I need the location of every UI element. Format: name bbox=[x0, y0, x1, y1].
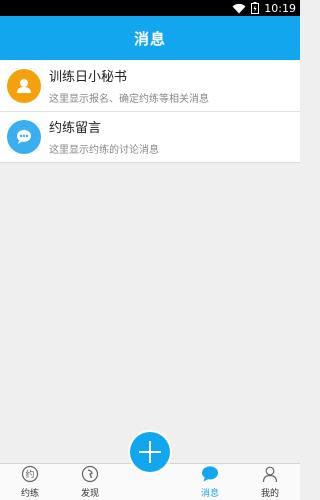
add-button[interactable] bbox=[130, 432, 170, 472]
nav-label: 发现 bbox=[80, 489, 99, 499]
nav-tab-practice[interactable]: 约 约练 bbox=[0, 464, 60, 500]
nav-label: 我的 bbox=[260, 489, 279, 499]
item-title: 约练留言 bbox=[49, 121, 102, 136]
yue-practice-icon: 约 bbox=[21, 464, 39, 484]
nav-tab-messages[interactable]: 消息 bbox=[180, 464, 240, 500]
nav-tab-discover[interactable]: 发现 bbox=[60, 464, 120, 500]
item-title: 训练日小秘书 bbox=[49, 70, 128, 85]
message-list: 训练日小秘书 这里显示报名、确定约练等相关消息 约练留言 这里显示约练的讨论消息 bbox=[0, 60, 300, 163]
battery-charging-icon bbox=[251, 2, 260, 14]
wifi-icon bbox=[232, 3, 246, 14]
list-item-training-secretary[interactable]: 训练日小秘书 这里显示报名、确定约练等相关消息 bbox=[0, 60, 300, 111]
nav-label: 消息 bbox=[200, 489, 219, 499]
status-time: 10:19 bbox=[264, 1, 296, 15]
person-icon bbox=[7, 68, 41, 103]
svg-text:约: 约 bbox=[25, 469, 34, 481]
chat-bubble-icon bbox=[7, 119, 41, 154]
profile-person-icon bbox=[261, 464, 279, 484]
nav-tab-profile[interactable]: 我的 bbox=[240, 464, 300, 500]
item-subtitle: 这里显示报名、确定约练等相关消息 bbox=[49, 94, 209, 105]
item-subtitle: 这里显示约练的讨论消息 bbox=[49, 145, 159, 156]
page-title: 消息 bbox=[133, 29, 166, 48]
message-bubble-icon bbox=[200, 464, 220, 484]
discover-compass-icon bbox=[81, 464, 99, 484]
header-bar: 消息 bbox=[0, 16, 300, 60]
status-bar: 10:19 bbox=[0, 0, 300, 16]
divider bbox=[0, 162, 300, 163]
plus-icon bbox=[137, 439, 163, 465]
nav-label: 约练 bbox=[20, 489, 39, 499]
list-item-practice-comments[interactable]: 约练留言 这里显示约练的讨论消息 bbox=[0, 111, 300, 162]
